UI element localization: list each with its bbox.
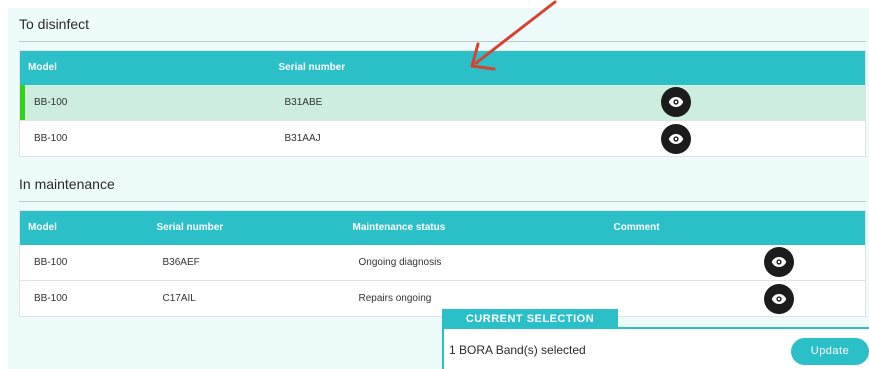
cell-serial-number: B31AAJ: [270, 120, 653, 157]
column-header-model[interactable]: Model: [19, 50, 271, 85]
table-row[interactable]: BB-100 B31AAJ: [19, 120, 866, 157]
disinfect-section-title: To disinfect: [19, 16, 90, 32]
view-button[interactable]: [660, 123, 691, 154]
column-header-serial-number[interactable]: Serial number: [148, 210, 345, 245]
view-button[interactable]: [763, 283, 794, 314]
cell-serial-number: B31ABE: [270, 84, 653, 121]
column-header-actions: [652, 50, 866, 85]
column-header-serial-number[interactable]: Serial number: [270, 50, 653, 85]
cell-actions: [652, 84, 866, 121]
disinfect-table: Model Serial number BB-100 B31ABE BB-100…: [19, 50, 866, 157]
cell-actions: [652, 120, 866, 157]
eye-icon: [668, 133, 683, 144]
cell-model: BB-100: [19, 84, 271, 121]
cell-comment: [605, 244, 756, 281]
column-header-model[interactable]: Model: [19, 210, 149, 245]
maintenance-table: Model Serial number Maintenance status C…: [19, 210, 866, 317]
view-button[interactable]: [763, 247, 794, 278]
view-button[interactable]: [660, 87, 691, 118]
column-header-comment[interactable]: Comment: [605, 210, 756, 245]
cell-comment: [605, 280, 756, 317]
current-selection-tab: CURRENT SELECTION: [442, 309, 618, 329]
cell-maintenance-status: Ongoing diagnosis: [344, 244, 606, 281]
cell-serial-number: B36AEF: [148, 244, 345, 281]
table-header-row: Model Serial number Maintenance status C…: [19, 210, 866, 245]
cell-actions: [755, 280, 866, 317]
eye-icon: [771, 257, 786, 268]
eye-icon: [771, 293, 786, 304]
selection-summary: 1 BORA Band(s) selected: [449, 343, 586, 357]
cell-actions: [755, 244, 866, 281]
cell-model: BB-100: [19, 280, 149, 317]
cell-model: BB-100: [19, 120, 271, 157]
column-header-maintenance-status[interactable]: Maintenance status: [344, 210, 606, 245]
eye-icon: [668, 97, 683, 108]
cell-model: BB-100: [19, 244, 149, 281]
table-row[interactable]: BB-100 B31ABE: [19, 84, 866, 121]
table-header-row: Model Serial number: [19, 50, 866, 85]
cell-serial-number: C17AIL: [148, 280, 345, 317]
maintenance-section-title: In maintenance: [19, 176, 115, 192]
section-divider: [19, 201, 866, 202]
section-divider: [19, 41, 866, 42]
column-header-actions: [755, 210, 866, 245]
update-button[interactable]: Update: [791, 338, 869, 365]
table-row[interactable]: BB-100 B36AEF Ongoing diagnosis: [19, 244, 866, 281]
